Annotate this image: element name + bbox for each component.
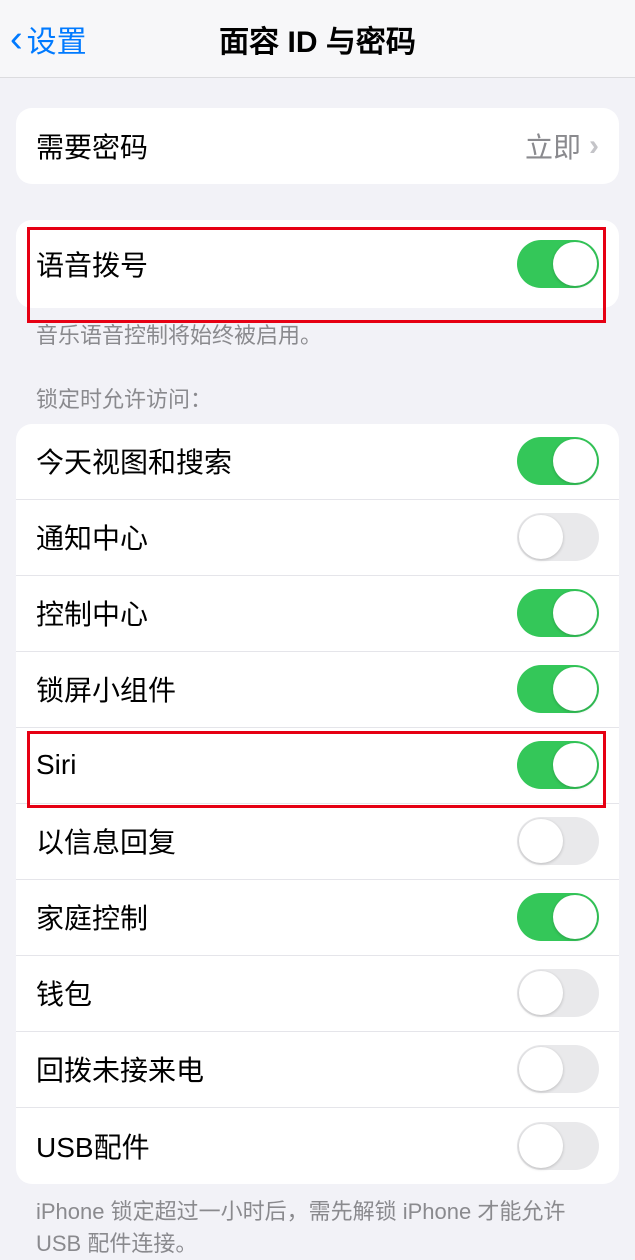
switch-toggle[interactable] <box>517 437 599 485</box>
group-require-passcode: 需要密码 立即 › <box>16 108 619 184</box>
switch-toggle[interactable] <box>517 589 599 637</box>
row-lock-access: 以信息回复 <box>16 804 619 880</box>
row-voice-dial: 语音拨号 <box>16 220 619 308</box>
switch-toggle[interactable] <box>517 969 599 1017</box>
row-label: 回拨未接来电 <box>36 1049 204 1089</box>
row-label: 钱包 <box>36 973 92 1013</box>
chevron-right-icon: › <box>589 129 599 163</box>
group-voice-dial: 语音拨号 <box>16 220 619 308</box>
row-label: 锁屏小组件 <box>36 669 176 709</box>
group-lock-access: 今天视图和搜索通知中心控制中心锁屏小组件 Siri 以信息回复家庭控制钱包回拨未接来… <box>16 424 619 1184</box>
row-lock-access: Siri <box>16 728 619 804</box>
row-lock-access: 钱包 <box>16 956 619 1032</box>
switch-toggle[interactable] <box>517 665 599 713</box>
lock-access-header: 锁定时允许访问： <box>16 352 619 424</box>
row-label: 今天视图和搜索 <box>36 441 232 481</box>
row-label: 需要密码 <box>36 126 148 166</box>
row-label: USB配件 <box>36 1126 150 1166</box>
row-label: 家庭控制 <box>36 897 148 937</box>
lock-access-footer: iPhone 锁定超过一小时后，需先解锁 iPhone 才能允许 USB 配件连… <box>16 1184 619 1260</box>
row-lock-access: 今天视图和搜索 <box>16 424 619 500</box>
switch-toggle[interactable] <box>517 893 599 941</box>
nav-bar: ‹ 设置 面容 ID 与密码 <box>0 0 635 78</box>
row-lock-access: 控制中心 <box>16 576 619 652</box>
row-label: 通知中心 <box>36 517 148 557</box>
row-lock-access: 家庭控制 <box>16 880 619 956</box>
voice-dial-footer: 音乐语音控制将始终被启用。 <box>16 308 619 352</box>
row-label: 以信息回复 <box>36 821 176 861</box>
page-title: 面容 ID 与密码 <box>0 17 635 61</box>
row-label: 语音拨号 <box>36 244 148 284</box>
switch-toggle[interactable] <box>517 1122 599 1170</box>
row-lock-access: 回拨未接来电 <box>16 1032 619 1108</box>
row-label: Siri <box>36 749 76 781</box>
row-require-passcode[interactable]: 需要密码 立即 › <box>16 108 619 184</box>
row-lock-access: 通知中心 <box>16 500 619 576</box>
switch-toggle[interactable] <box>517 817 599 865</box>
switch-toggle[interactable] <box>517 513 599 561</box>
row-label: 控制中心 <box>36 593 148 633</box>
row-lock-access: 锁屏小组件 <box>16 652 619 728</box>
row-value: 立即 <box>525 126 581 166</box>
switch-toggle[interactable] <box>517 1045 599 1093</box>
back-label: 设置 <box>27 17 87 61</box>
back-button[interactable]: ‹ 设置 <box>0 17 87 61</box>
switch-voice-dial[interactable] <box>517 240 599 288</box>
chevron-left-icon: ‹ <box>10 20 23 58</box>
row-lock-access: USB配件 <box>16 1108 619 1184</box>
switch-toggle[interactable] <box>517 741 599 789</box>
